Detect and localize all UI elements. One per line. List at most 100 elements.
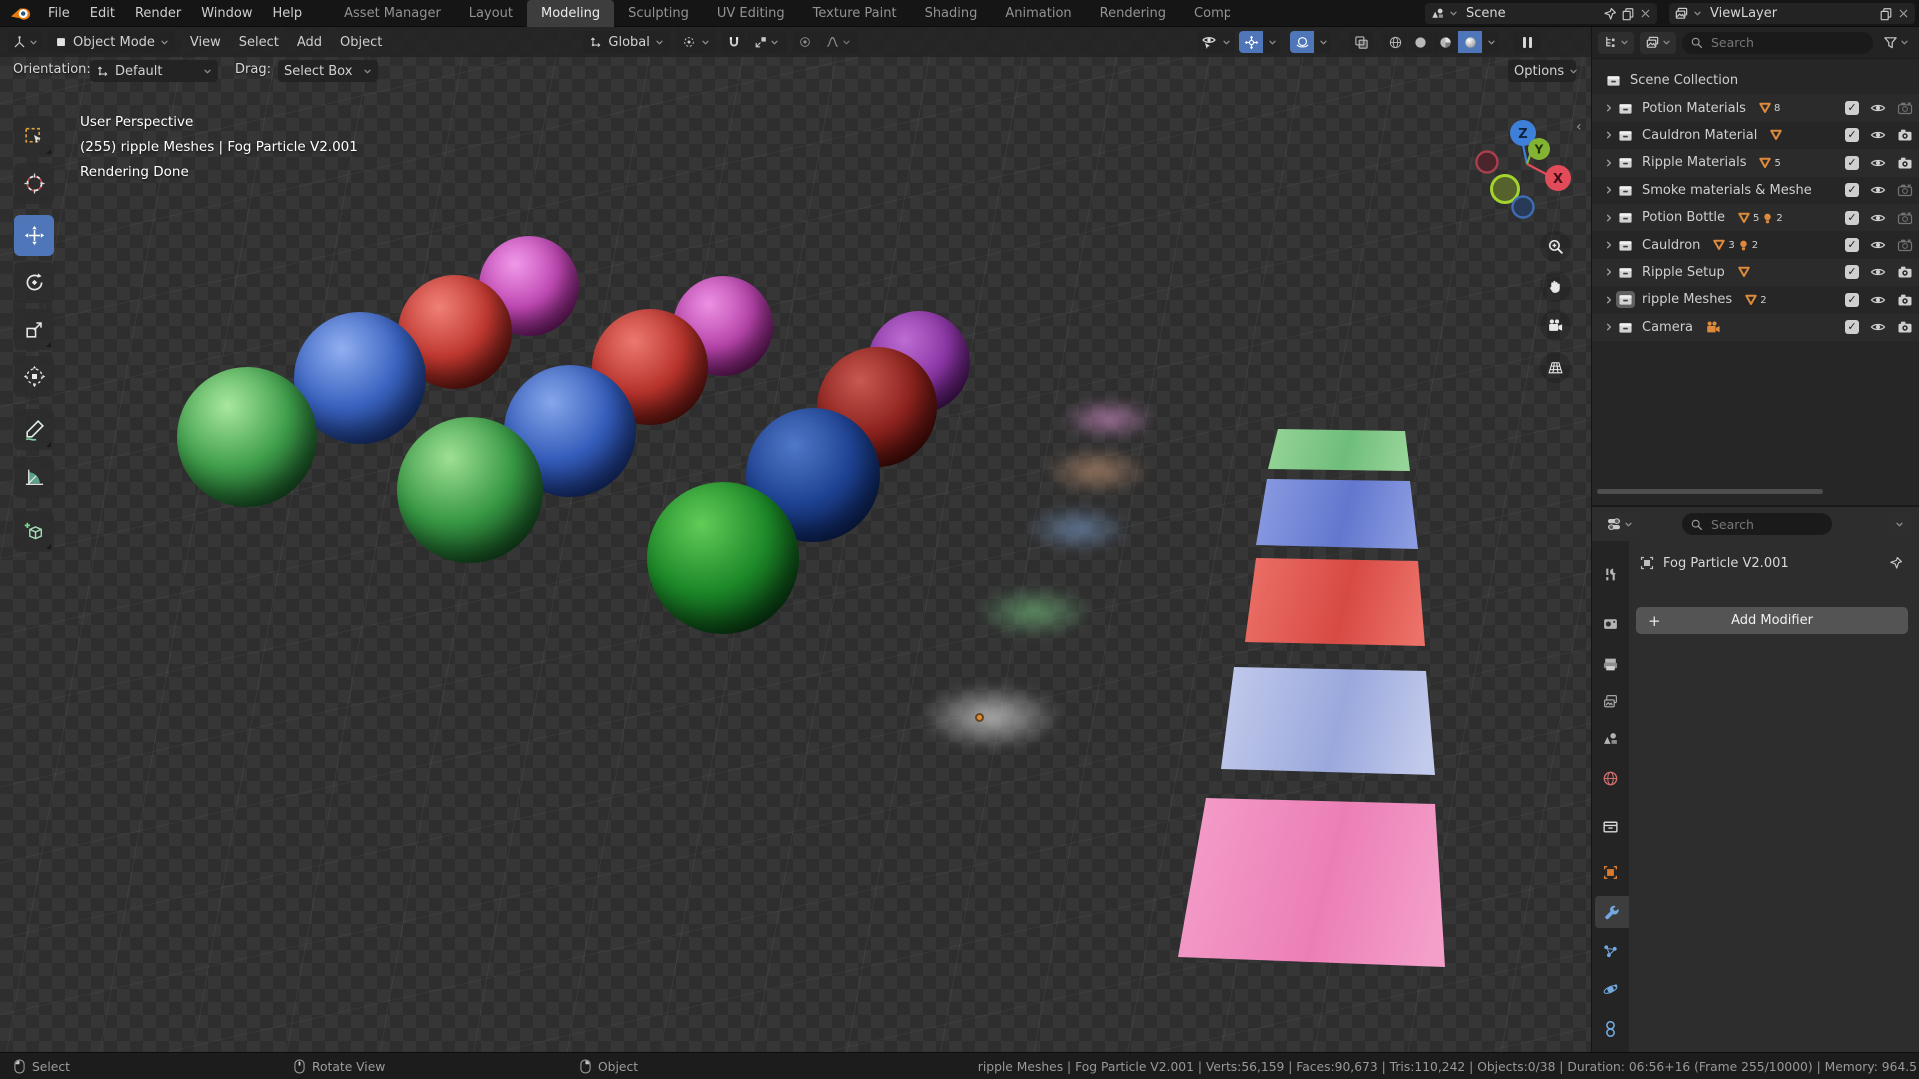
- viewport-menu-object[interactable]: Object: [331, 35, 391, 50]
- gizmos-dropdown[interactable]: [1264, 31, 1280, 53]
- outliner-row-cauldron-material[interactable]: Cauldron Material ✓: [1592, 122, 1919, 149]
- shading-rendered-button[interactable]: [1458, 31, 1482, 53]
- collection-icon[interactable]: [1616, 291, 1635, 309]
- add-modifier-button[interactable]: + Add Modifier: [1636, 607, 1908, 634]
- outliner-row-cauldron[interactable]: Cauldron 3 2 ✓: [1592, 231, 1919, 258]
- smoke-tan[interactable]: [1043, 447, 1149, 495]
- plane-blue[interactable]: [1256, 479, 1418, 549]
- properties-tab-collection[interactable]: [1592, 810, 1629, 842]
- workspace-tab-asset-manager[interactable]: Asset Manager: [330, 0, 455, 27]
- collection-icon[interactable]: [1616, 127, 1635, 144]
- expand-chevron-icon[interactable]: [1602, 295, 1616, 305]
- plane-lavender[interactable]: [1221, 667, 1435, 775]
- proportional-edit-toggle[interactable]: [792, 31, 817, 53]
- collection-icon[interactable]: [1616, 209, 1635, 226]
- viewport-menu-add[interactable]: Add: [288, 35, 331, 50]
- hide-eye-icon[interactable]: [1870, 319, 1886, 335]
- mode-selector[interactable]: Object Mode: [48, 31, 175, 53]
- transform-orientation-selector[interactable]: Global: [583, 31, 670, 53]
- collection-icon[interactable]: [1616, 319, 1635, 336]
- tool-scale-button[interactable]: [14, 309, 54, 350]
- options-dropdown[interactable]: Options: [1508, 60, 1577, 82]
- sphere-green-2[interactable]: [397, 417, 543, 563]
- xray-toggle[interactable]: [1349, 31, 1373, 53]
- exclude-checkbox[interactable]: ✓: [1845, 238, 1859, 253]
- plane-green[interactable]: [1268, 429, 1410, 471]
- gizmos-toggle[interactable]: [1239, 31, 1263, 53]
- workspace-tab-rendering[interactable]: Rendering: [1086, 0, 1180, 27]
- collection-name[interactable]: Ripple Materials: [1642, 155, 1746, 170]
- collection-name[interactable]: Smoke materials & Meshe: [1642, 183, 1812, 198]
- sphere-darkgreen[interactable]: [647, 482, 799, 634]
- workspace-tab-animation[interactable]: Animation: [991, 0, 1085, 27]
- menu-help[interactable]: Help: [263, 0, 313, 27]
- camera-view-button[interactable]: [1540, 310, 1571, 341]
- outliner-search-input[interactable]: [1709, 34, 1865, 51]
- smoke-magenta[interactable]: [1060, 398, 1156, 440]
- properties-tab-modifiers[interactable]: [1595, 896, 1629, 928]
- outliner-row-potion-materials[interactable]: Potion Materials 8 ✓: [1592, 94, 1919, 121]
- scene-selector[interactable]: Scene: [1425, 3, 1657, 24]
- properties-tab-physics[interactable]: [1592, 973, 1629, 1005]
- hide-eye-icon[interactable]: [1870, 182, 1886, 198]
- hide-eye-icon[interactable]: [1870, 292, 1886, 308]
- properties-tab-particles[interactable]: [1592, 935, 1629, 967]
- zoom-view-button[interactable]: [1540, 231, 1571, 262]
- workspace-tab-sculpting[interactable]: Sculpting: [614, 0, 703, 27]
- close-icon[interactable]: [1897, 7, 1910, 20]
- properties-search[interactable]: [1682, 513, 1832, 535]
- render-visibility-icon[interactable]: [1897, 292, 1913, 308]
- smoke-white[interactable]: [921, 684, 1061, 750]
- exclude-checkbox[interactable]: ✓: [1845, 292, 1859, 307]
- navigation-gizmo[interactable]: ZY X: [1470, 99, 1578, 221]
- snap-settings[interactable]: [746, 31, 787, 53]
- tool-measure-button[interactable]: [14, 457, 54, 498]
- pin-icon[interactable]: [1603, 7, 1617, 21]
- collection-icon[interactable]: [1616, 154, 1635, 171]
- exclude-checkbox[interactable]: ✓: [1845, 101, 1859, 116]
- outliner-display-mode-button[interactable]: [1640, 31, 1676, 54]
- ortho-toggle-button[interactable]: [1540, 352, 1571, 383]
- render-disabled-icon[interactable]: [1897, 100, 1913, 116]
- menu-edit[interactable]: Edit: [80, 0, 125, 27]
- exclude-checkbox[interactable]: ✓: [1845, 265, 1859, 280]
- workspace-tab-compositing[interactable]: Compositing: [1180, 0, 1230, 27]
- outliner-row-camera[interactable]: Camera ✓: [1592, 314, 1919, 341]
- outliner-search[interactable]: [1682, 31, 1873, 54]
- outliner-row-ripple-meshes[interactable]: ripple Meshes 2 ✓: [1592, 286, 1919, 313]
- drag-dropdown[interactable]: Select Box: [278, 60, 378, 82]
- tool-rotate-button[interactable]: [14, 262, 54, 303]
- properties-tab-render[interactable]: [1592, 607, 1629, 639]
- pause-render-button[interactable]: [1513, 31, 1541, 53]
- new-scene-icon[interactable]: [1621, 7, 1635, 21]
- plane-pink[interactable]: [1178, 798, 1445, 967]
- properties-tab-view-layer[interactable]: [1592, 685, 1629, 717]
- shading-wireframe-button[interactable]: [1383, 31, 1407, 53]
- outliner-editor-type-button[interactable]: [1598, 31, 1634, 54]
- pin-icon[interactable]: [1889, 556, 1903, 570]
- hide-eye-icon[interactable]: [1870, 237, 1886, 253]
- collection-icon[interactable]: [1616, 264, 1635, 281]
- chevron-down-icon[interactable]: [1693, 9, 1702, 18]
- workspace-tab-uv-editing[interactable]: UV Editing: [703, 0, 799, 27]
- exclude-checkbox[interactable]: ✓: [1845, 155, 1859, 170]
- properties-editor-type-button[interactable]: [1600, 513, 1638, 535]
- collection-name[interactable]: Cauldron: [1642, 238, 1700, 253]
- collection-icon[interactable]: [1616, 237, 1635, 254]
- outliner-row-scene-collection[interactable]: Scene Collection: [1592, 67, 1919, 94]
- collection-name[interactable]: Camera: [1642, 320, 1693, 335]
- viewlayer-selector[interactable]: ViewLayer: [1669, 3, 1915, 24]
- snap-toggle[interactable]: [721, 31, 746, 53]
- sphere-green-1[interactable]: [177, 367, 317, 507]
- workspace-tab-shading[interactable]: Shading: [911, 0, 992, 27]
- expand-chevron-icon[interactable]: [1602, 240, 1616, 250]
- exclude-checkbox[interactable]: ✓: [1845, 320, 1859, 335]
- properties-tab-scene[interactable]: [1592, 722, 1629, 754]
- render-visibility-icon[interactable]: [1897, 127, 1913, 143]
- collection-name[interactable]: Potion Materials: [1642, 101, 1746, 116]
- viewport-menu-select[interactable]: Select: [230, 35, 288, 50]
- tool-cursor-button[interactable]: [14, 163, 54, 204]
- new-viewlayer-icon[interactable]: [1879, 7, 1893, 21]
- viewlayer-name[interactable]: ViewLayer: [1706, 6, 1875, 21]
- expand-chevron-icon[interactable]: [1602, 213, 1616, 223]
